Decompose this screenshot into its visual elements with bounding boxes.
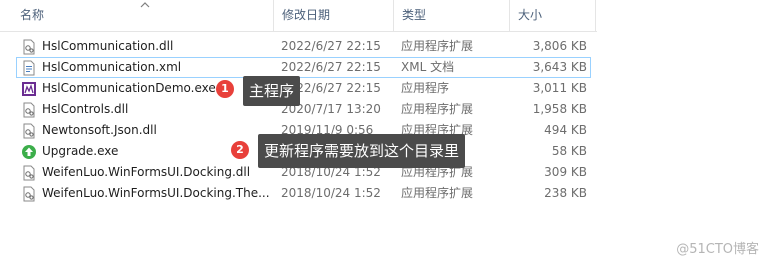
exe-app-icon	[22, 82, 36, 96]
dll-icon	[23, 123, 35, 139]
file-name: WeifenLuo.WinFormsUI.Docking.The...	[42, 186, 270, 200]
file-size: 58 KB	[551, 144, 587, 158]
column-header-size[interactable]: 大小	[510, 0, 596, 31]
file-type: 应用程序扩展	[401, 186, 474, 200]
column-header-date[interactable]: 修改日期	[274, 0, 394, 31]
file-name: HslControls.dll	[42, 102, 129, 116]
file-size: 309 KB	[544, 165, 587, 179]
file-row[interactable]: HslCommunication.dll 2022/6/27 22:15 应用程…	[16, 36, 591, 57]
dll-icon	[23, 186, 35, 202]
file-name: Newtonsoft.Json.dll	[42, 123, 157, 137]
annotation-badge: 1	[216, 80, 234, 98]
file-name: HslCommunication.dll	[42, 39, 174, 53]
file-date: 2022/6/27 22:15	[281, 39, 381, 53]
file-row[interactable]: HslControls.dll 2020/7/17 13:20 应用程序扩展 1…	[16, 99, 591, 120]
column-header-name[interactable]: 名称	[12, 0, 274, 31]
annotation-badge: 2	[231, 141, 249, 159]
file-size: 1,958 KB	[532, 102, 587, 116]
annotation-callout: 更新程序需要放到这个目录里	[258, 134, 466, 168]
file-size: 238 KB	[544, 186, 587, 200]
file-name: HslCommunicationDemo.exe	[42, 81, 216, 95]
file-name: HslCommunication.xml	[42, 60, 182, 74]
xml-icon	[23, 60, 35, 76]
file-name: WeifenLuo.WinFormsUI.Docking.dll	[42, 165, 251, 179]
file-size: 3,643 KB	[532, 60, 587, 74]
dll-icon	[23, 39, 35, 55]
watermark: @51CTO博客	[676, 242, 759, 257]
file-type: XML 文档	[401, 60, 455, 74]
file-row[interactable]: HslCommunicationDemo.exe 2022/6/27 22:15…	[16, 78, 591, 99]
file-size: 3,011 KB	[532, 81, 587, 95]
upgrade-icon	[22, 145, 36, 159]
file-size: 494 KB	[544, 123, 587, 137]
annotation-callout: 主程序	[243, 76, 301, 106]
file-size: 3,806 KB	[532, 39, 587, 53]
file-date: 2018/10/24 1:52	[281, 186, 381, 200]
column-header-type[interactable]: 类型	[394, 0, 510, 31]
dll-icon	[23, 165, 35, 181]
file-date: 2022/6/27 22:15	[281, 60, 381, 74]
file-type: 应用程序扩展	[401, 102, 474, 116]
file-row[interactable]: WeifenLuo.WinFormsUI.Docking.The... 2018…	[16, 183, 591, 204]
dll-icon	[23, 102, 35, 118]
file-type: 应用程序	[401, 81, 450, 95]
file-row[interactable]: HslCommunication.xml 2022/6/27 22:15 XML…	[16, 57, 591, 78]
column-header-bar: 名称 修改日期 类型 大小	[0, 0, 597, 32]
file-type: 应用程序扩展	[401, 39, 474, 53]
